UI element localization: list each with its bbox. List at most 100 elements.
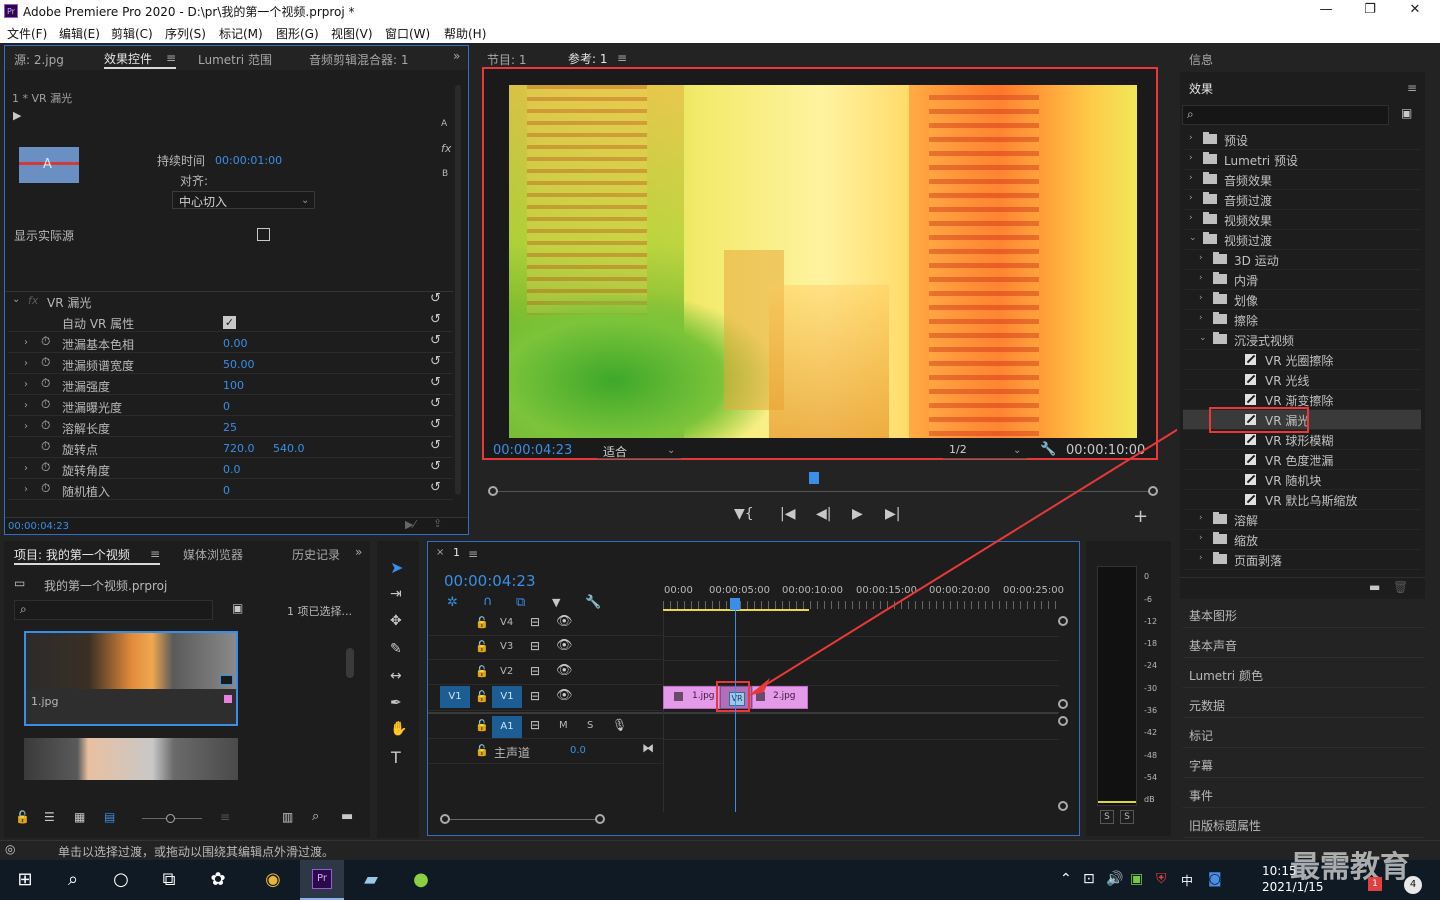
expand-icon[interactable]: › bbox=[24, 400, 28, 411]
tab-audio-clip-mixer[interactable]: 音频剪辑混合器: 1 bbox=[309, 51, 409, 68]
chevron-down-icon[interactable]: ⌄ bbox=[1199, 333, 1207, 343]
prop-value[interactable]: 100 bbox=[223, 379, 244, 392]
minimize-button[interactable]: — bbox=[1306, 2, 1346, 20]
effects-tree-item[interactable]: › 音频效果 bbox=[1183, 170, 1421, 190]
tab-media-browser[interactable]: 媒体浏览器 bbox=[183, 546, 243, 563]
track-lock-icon[interactable]: 🔓 bbox=[475, 640, 489, 653]
tab-history[interactable]: 历史记录 bbox=[292, 546, 340, 563]
effects-search-input[interactable]: ⌕ bbox=[1182, 105, 1389, 125]
effects-tree-item[interactable]: › Lumetri 预设 bbox=[1183, 150, 1421, 170]
chevron-right-icon[interactable]: › bbox=[1189, 213, 1193, 223]
action-center-badge[interactable]: 4 bbox=[1404, 876, 1422, 894]
menu-clip[interactable]: 剪辑(C) bbox=[111, 25, 153, 42]
microphone-icon[interactable]: 🎙 bbox=[612, 718, 627, 732]
tab-menu-icon[interactable]: ≡ bbox=[617, 51, 627, 65]
track-lock-icon[interactable]: 🔓 bbox=[475, 719, 489, 732]
type-tool-icon[interactable]: T bbox=[391, 748, 401, 767]
chevron-down-icon[interactable]: ⌄ bbox=[1189, 233, 1197, 243]
track-sync-icon[interactable]: ⊟ bbox=[530, 664, 540, 678]
new-bin-icon[interactable]: ▬ bbox=[1369, 580, 1380, 594]
eye-icon[interactable]: 👁 bbox=[556, 614, 573, 629]
tray-expand-icon[interactable]: ⌃ bbox=[1060, 871, 1072, 887]
effects-tree-item[interactable]: › 划像 bbox=[1183, 290, 1421, 310]
reset-icon[interactable]: ↺ bbox=[430, 480, 441, 495]
expand-icon[interactable]: › bbox=[24, 358, 28, 369]
chevron-right-icon[interactable]: › bbox=[1189, 153, 1193, 163]
tab-project[interactable]: 项目: 我的第一个视频 bbox=[14, 546, 130, 563]
add-marker-icon[interactable]: ▼ bbox=[552, 596, 560, 609]
tab-effect-controls[interactable]: 效果控件 bbox=[104, 50, 152, 67]
selection-tool-icon[interactable]: ➤ bbox=[390, 558, 403, 577]
lock-icon[interactable]: 🔓 bbox=[15, 810, 30, 824]
stopwatch-icon[interactable]: ⏱ bbox=[41, 334, 50, 349]
panel-overflow-icon[interactable]: » bbox=[453, 49, 460, 63]
effects-tree-item[interactable]: › 擦除 bbox=[1183, 310, 1421, 330]
effects-tree-item[interactable]: › 内滑 bbox=[1183, 270, 1421, 290]
close-button[interactable]: ✕ bbox=[1395, 2, 1435, 20]
hscroll-left-handle[interactable] bbox=[440, 814, 450, 824]
menu-marker[interactable]: 标记(M) bbox=[219, 25, 263, 42]
accelerated-effects-icon[interactable]: ▣ bbox=[1401, 106, 1412, 120]
notes-app-icon[interactable]: ▰ bbox=[356, 860, 386, 900]
razor-tool-icon[interactable]: ✎ bbox=[390, 641, 402, 657]
effects-tree-item[interactable]: VR 光圈擦除 bbox=[1183, 350, 1421, 370]
menu-help[interactable]: 帮助(H) bbox=[444, 25, 486, 42]
eye-icon[interactable]: 👁 bbox=[556, 638, 573, 653]
go-to-end-icon[interactable]: ⧓ bbox=[642, 741, 654, 755]
ime-indicator[interactable]: 中 bbox=[1181, 872, 1193, 889]
project-item-1jpg[interactable]: 1.jpg bbox=[24, 631, 238, 726]
new-bin-icon[interactable]: ▬ bbox=[341, 809, 353, 824]
track-sync-icon[interactable]: ⊟ bbox=[530, 615, 540, 629]
effects-tree-item[interactable]: › 缩放 bbox=[1183, 530, 1421, 550]
icon-view-icon[interactable]: ▦ bbox=[74, 810, 85, 824]
tab-menu-icon[interactable]: ≡ bbox=[166, 51, 176, 65]
panel-lumetri-color[interactable]: Lumetri 颜色 bbox=[1183, 660, 1425, 688]
panel-metadata[interactable]: 元数据 bbox=[1183, 690, 1425, 718]
stopwatch-icon[interactable]: ⏱ bbox=[41, 397, 50, 412]
chevron-right-icon[interactable]: › bbox=[1189, 193, 1193, 203]
reset-icon[interactable]: ↺ bbox=[430, 459, 441, 474]
vscroll-handle-bottom[interactable] bbox=[1058, 801, 1068, 811]
stopwatch-icon[interactable]: ⏱ bbox=[41, 376, 50, 391]
scrubber-in-handle[interactable] bbox=[488, 486, 498, 496]
track-lock-icon[interactable]: 🔓 bbox=[475, 616, 489, 629]
tab-lumetri-scopes[interactable]: Lumetri 范围 bbox=[198, 51, 272, 68]
pinwheel-app-icon[interactable]: ✿ bbox=[204, 860, 232, 900]
search-icon[interactable]: ⌕ bbox=[60, 860, 86, 900]
project-search-input[interactable]: ⌕ bbox=[14, 600, 213, 620]
effect-controls-scrollbar[interactable] bbox=[455, 85, 461, 495]
eye-icon[interactable]: 👁 bbox=[556, 663, 573, 678]
alignment-select[interactable]: 中心切入 ⌄ bbox=[172, 191, 315, 209]
effects-tree-item[interactable]: VR 随机块 bbox=[1183, 470, 1421, 490]
solo-right-button[interactable]: S bbox=[1120, 810, 1134, 824]
menu-graphics[interactable]: 图形(G) bbox=[276, 25, 319, 42]
chevron-right-icon[interactable]: › bbox=[1199, 553, 1203, 563]
expand-icon[interactable]: › bbox=[24, 379, 28, 390]
effect-controls-timecode[interactable]: 00:00:04:23 bbox=[8, 521, 69, 532]
effects-tree-item[interactable]: › 预设 bbox=[1183, 130, 1421, 150]
share-icon[interactable]: ⇪ bbox=[433, 517, 442, 530]
program-video-frame[interactable] bbox=[509, 85, 1137, 438]
track-label[interactable]: V2 bbox=[500, 666, 513, 677]
reset-icon[interactable]: ↺ bbox=[430, 375, 441, 390]
chevron-right-icon[interactable]: › bbox=[1189, 133, 1193, 143]
track-sync-icon[interactable]: ⊟ bbox=[530, 718, 540, 732]
menu-edit[interactable]: 编辑(E) bbox=[59, 25, 100, 42]
panel-legacy-title[interactable]: 旧版标题属性 bbox=[1183, 810, 1425, 838]
effects-tree-item[interactable]: VR 色度泄漏 bbox=[1183, 450, 1421, 470]
chrome-icon[interactable]: ◉ bbox=[258, 860, 288, 900]
qq-icon[interactable]: ◙ bbox=[1208, 871, 1222, 887]
track-target-v1[interactable]: V1 bbox=[492, 686, 522, 708]
vscroll-handle-audio[interactable] bbox=[1058, 716, 1068, 726]
effects-tree-item[interactable]: › 3D 运动 bbox=[1183, 250, 1421, 270]
chevron-right-icon[interactable]: › bbox=[1199, 293, 1203, 303]
auto-vr-checkbox[interactable]: ✓ bbox=[223, 316, 236, 329]
linked-selection-icon[interactable]: ⧉ bbox=[516, 595, 525, 610]
export-frame-icon[interactable]: ▶⁄ bbox=[405, 518, 415, 531]
panel-markers[interactable]: 标记 bbox=[1183, 720, 1425, 748]
nest-icon[interactable]: ✲ bbox=[447, 595, 458, 610]
panel-events[interactable]: 事件 bbox=[1183, 780, 1425, 808]
prop-value[interactable]: 0.0 bbox=[223, 463, 241, 476]
effects-tree-item[interactable]: VR 球形模糊 bbox=[1183, 430, 1421, 450]
reset-icon[interactable]: ↺ bbox=[430, 438, 441, 453]
